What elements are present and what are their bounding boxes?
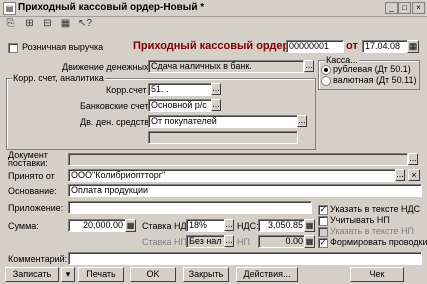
np-in-text-label: Указать в тексте НП: [330, 226, 414, 236]
movement-select-button[interactable]: ...: [304, 60, 314, 72]
attachment-field[interactable]: [68, 201, 312, 214]
received-from-label: Принято от: [8, 171, 55, 181]
help-cursor-icon[interactable]: ↖?: [78, 18, 92, 29]
np-in-text-checkbox: [318, 227, 328, 237]
np-field: 0.00: [258, 235, 306, 248]
received-from-field[interactable]: ООО"Колибриоптторг": [68, 169, 396, 182]
order-number-field[interactable]: 00000001: [286, 40, 344, 53]
bank-accounts-select-button[interactable]: ...: [211, 99, 221, 111]
minimize-button[interactable]: _: [385, 2, 398, 14]
calculator-icon: ▦: [305, 237, 314, 246]
received-from-select-button[interactable]: ...: [395, 169, 405, 181]
np-rate-select-button: ...: [224, 235, 234, 247]
calendar-button[interactable]: ▦: [407, 40, 419, 53]
vat-label: НДС:: [237, 221, 259, 231]
save-button[interactable]: Записать: [5, 267, 59, 282]
bank-accounts-field[interactable]: Основной р/с: [148, 99, 212, 112]
kassa-val-label: валютная (Дт 50.11): [333, 75, 417, 85]
retail-revenue-label: Розничная выручка: [22, 42, 104, 52]
close-window-button[interactable]: ×: [412, 2, 425, 14]
np-calculator-button: ▦: [304, 235, 315, 248]
extra-analytics-field: [148, 131, 298, 144]
generate-entries-label: Формировать проводки: [330, 237, 427, 247]
kassa-val-radio[interactable]: [321, 76, 331, 86]
corr-group-legend: Корр. счет, аналитика: [12, 73, 105, 83]
np-rate-label: Ставка НП:: [142, 237, 190, 247]
corr-account-field[interactable]: 51. .: [148, 83, 212, 96]
attachment-label: Приложение:: [8, 203, 64, 213]
calculator-icon: ▦: [126, 221, 135, 230]
movement-field[interactable]: Сдача наличных в банк.: [148, 60, 304, 73]
kassa-rub-radio[interactable]: [321, 65, 331, 75]
corr-account-select-button[interactable]: ...: [211, 83, 221, 95]
dds-field[interactable]: От покупателей: [148, 115, 298, 128]
amount-label: Сумма:: [8, 221, 39, 231]
vat-rate-select-button[interactable]: ...: [224, 219, 234, 231]
document-field[interactable]: [68, 153, 408, 166]
close-button[interactable]: Закрыть: [183, 267, 229, 282]
print-button[interactable]: Печать: [78, 267, 124, 282]
account-np-label: Учитывать НП: [330, 215, 390, 225]
dds-label: Дв. ден. средств: [80, 117, 150, 127]
new-icon[interactable]: ⊞: [24, 18, 35, 29]
comment-label: Комментарий:: [8, 254, 68, 264]
maximize-button[interactable]: □: [398, 2, 411, 14]
amount-field[interactable]: 20,000.00: [68, 219, 126, 232]
document-select-button[interactable]: ...: [408, 153, 418, 165]
vat-calculator-button[interactable]: ▦: [304, 219, 315, 232]
actions-button[interactable]: Действия...: [236, 267, 298, 282]
clear-button[interactable]: ×: [408, 169, 420, 181]
window-title: Приходный кассовый ордер-Новый *: [18, 2, 205, 13]
vat-in-text-label: Указать в тексте НДС: [330, 204, 421, 214]
clear-icon: ×: [411, 170, 417, 180]
np-rate-field: Без нал: [186, 235, 226, 248]
corr-account-label: Корр.счет: [106, 85, 147, 95]
title-bar: ▤ Приходный кассовый ордер-Новый * _ □ ×: [0, 0, 427, 17]
date-prefix: от: [346, 40, 358, 52]
dds-select-button[interactable]: ...: [297, 115, 307, 127]
vat-in-text-checkbox[interactable]: ✓: [318, 205, 328, 215]
basis-field[interactable]: Оплата продукции: [68, 184, 422, 197]
receipt-button[interactable]: Чек: [350, 267, 404, 282]
save-menu-button[interactable]: ▾: [61, 267, 75, 282]
generate-entries-checkbox[interactable]: ✓: [318, 238, 328, 248]
bank-accounts-label: Банковские счета: [80, 101, 154, 111]
ok-button[interactable]: OK: [130, 267, 176, 282]
basis-label: Основание:: [8, 186, 57, 196]
date-field[interactable]: 17.04.08: [362, 40, 408, 53]
kassa-rub-label: рублевая (Дт 50.1): [333, 64, 411, 74]
vat-rate-field[interactable]: 18%: [186, 219, 226, 232]
document-label-line2: поставки:: [8, 158, 48, 168]
np-label: НП: [237, 237, 250, 247]
dropdown-arrow-icon: ▾: [65, 269, 71, 279]
calculator-icon: ▦: [305, 221, 314, 230]
comment-field[interactable]: [68, 252, 422, 265]
filter-icon[interactable]: ⊟: [42, 18, 53, 29]
copy-icon[interactable]: ⎘: [5, 18, 16, 29]
properties-icon[interactable]: ▦: [60, 18, 71, 29]
app-icon: ▤: [3, 2, 16, 15]
calendar-icon: ▦: [408, 41, 418, 51]
retail-revenue-checkbox[interactable]: [8, 43, 18, 53]
calculator-button[interactable]: ▦: [125, 219, 136, 232]
order-title: Приходный кассовый ордер №: [133, 40, 305, 52]
vat-field[interactable]: 3,050.85: [258, 219, 306, 232]
account-np-checkbox[interactable]: [318, 216, 328, 226]
